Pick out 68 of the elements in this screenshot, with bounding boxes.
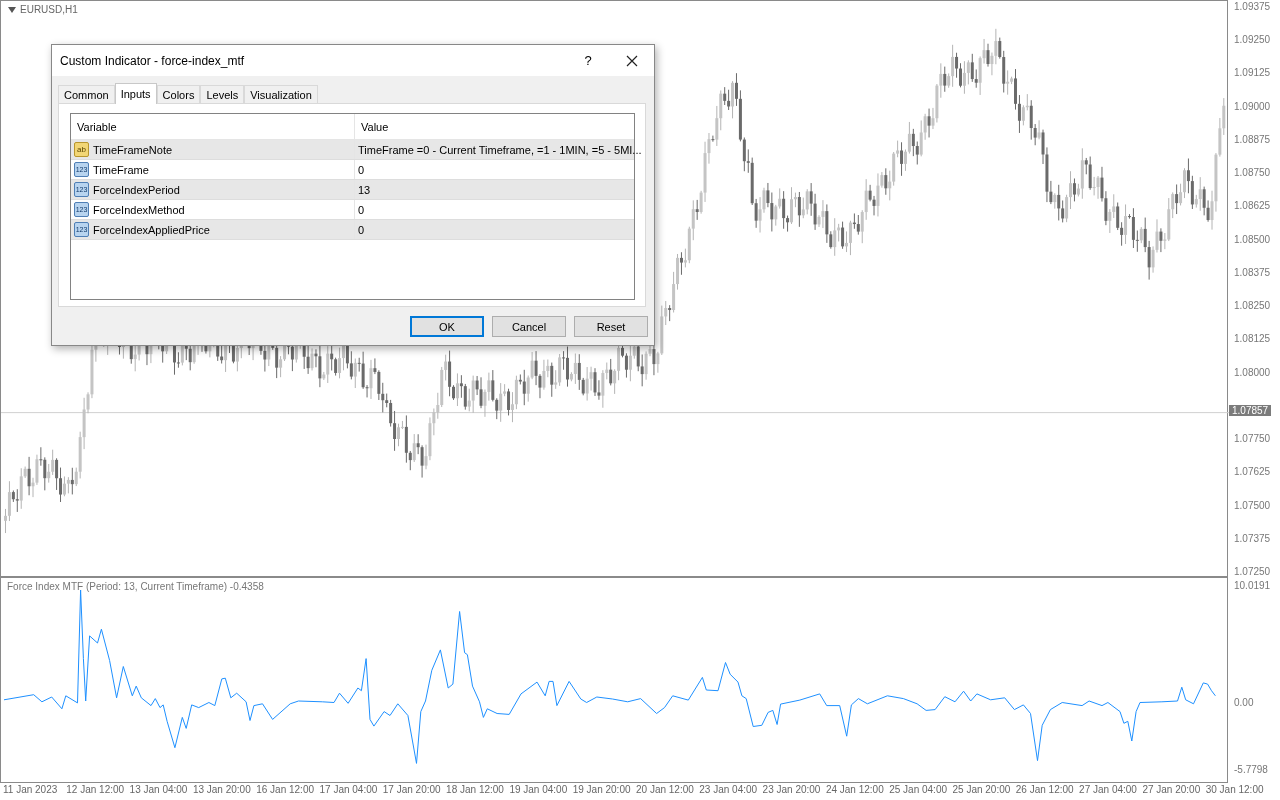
time-axis-label: 19 Jan 20:00 [572,784,631,795]
price-axis-label: 1.08250 [1234,300,1271,312]
price-axis-label: 1.08375 [1234,266,1271,278]
variable-name: ForceIndexPeriod [93,183,180,196]
cancel-button[interactable]: Cancel [492,316,566,337]
time-axis-label: 13 Jan 20:00 [192,784,251,795]
price-axis-label: 1.08750 [1234,167,1271,179]
price-axis-label: 1.08875 [1234,133,1271,145]
time-axis-label: 19 Jan 04:00 [509,784,568,795]
time-axis-label: 18 Jan 12:00 [446,784,504,795]
price-axis-label: 1.09250 [1234,34,1271,46]
variable-value[interactable]: 13 [355,180,634,199]
time-axis-label: 11 Jan 2023 [3,784,58,795]
time-axis-label: 24 Jan 12:00 [825,784,884,795]
time-axis-label: 17 Jan 20:00 [382,784,441,795]
indicator-label: Force Index MTF (Period: 13, Current Timeframe) -0.4358 [7,581,264,592]
time-axis-label: 20 Jan 12:00 [636,784,694,795]
time-axis-label: 30 Jan 12:00 [1205,784,1264,795]
dropdown-triangle-icon[interactable] [8,6,16,13]
variable-value[interactable]: 0 [355,160,634,179]
close-icon [626,54,638,67]
time-axis-label: 17 Jan 04:00 [319,784,378,795]
price-axis-label: 1.08000 [1234,366,1271,378]
variable-name: ForceIndexMethod [93,203,185,216]
price-axis-label: 1.08625 [1234,200,1271,212]
current-price-label: 1.07857 [1229,404,1272,416]
price-axis-label: 1.07750 [1234,433,1271,445]
price-axis-label: 1.08500 [1234,233,1271,245]
indicator-axis-label: -5.7798 [1234,764,1268,775]
indicator-axis-label: 10.0191 [1234,580,1271,591]
price-axis-label: 1.07250 [1234,566,1271,577]
price-axis-label: 1.09000 [1234,100,1271,112]
tab[interactable]: Visualization [244,85,318,103]
column-header[interactable]: Variable [71,114,355,139]
price-axis-label: 1.07500 [1234,499,1271,511]
text-type-icon: ab [74,142,89,157]
time-axis-label: 25 Jan 04:00 [889,784,947,795]
price-axis-label: 1.08125 [1234,333,1271,345]
time-axis-label: 23 Jan 04:00 [699,784,758,795]
tab[interactable]: Colors [156,85,201,103]
time-axis-label: 27 Jan 04:00 [1079,784,1137,795]
variable-name: ForceIndexAppliedPrice [93,223,210,236]
chart-symbol-label: EURUSD,H1 [20,4,78,15]
tab[interactable]: Common [58,85,115,103]
time-axis-label: 27 Jan 20:00 [1142,784,1201,795]
time-axis-label: 16 Jan 12:00 [256,784,314,795]
variable-name: TimeFrameNote [93,143,173,156]
tab[interactable]: Levels [200,85,245,103]
time-axis-label: 26 Jan 12:00 [1015,784,1074,795]
help-button[interactable]: ? [566,45,610,76]
column-header[interactable]: Value [355,114,634,139]
reset-button[interactable]: Reset [574,316,648,337]
price-axis-label: 1.09375 [1234,1,1271,12]
price-axis-label: 1.07375 [1234,532,1271,544]
variable-value[interactable]: TimeFrame =0 - Current Timeframe, =1 - 1MIN, =5 - 5MI... [355,140,642,159]
time-axis-label: 12 Jan 12:00 [66,784,125,795]
dialog-title: Custom Indicator - force-index_mtf [60,53,246,68]
price-axis-label: 1.09125 [1234,67,1271,79]
time-axis-label: 13 Jan 04:00 [129,784,188,795]
variable-value[interactable]: 0 [355,220,634,239]
price-axis-label: 1.07625 [1234,466,1271,478]
time-axis-label: 25 Jan 20:00 [952,784,1011,795]
indicator-axis-label: 0.00 [1234,696,1254,708]
ok-button[interactable]: OK [410,316,484,337]
time-axis-label: 23 Jan 20:00 [762,784,821,795]
variable-name: TimeFrame [93,163,149,176]
tab[interactable]: Inputs [114,83,157,104]
variable-value[interactable]: 0 [355,200,634,219]
